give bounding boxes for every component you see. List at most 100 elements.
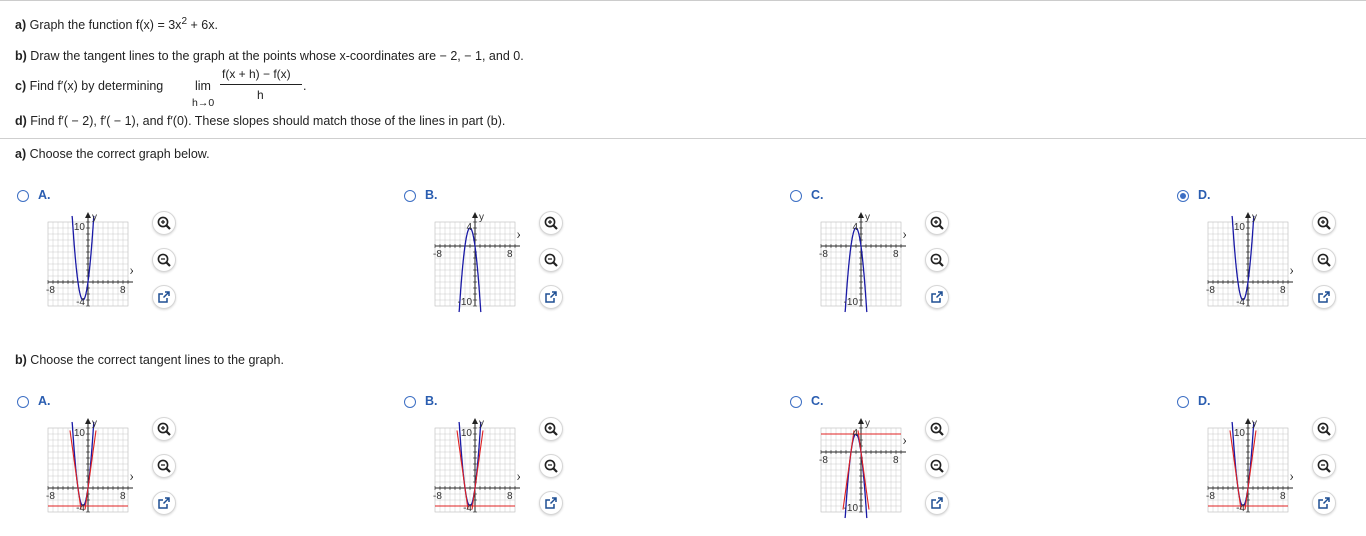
option-label[interactable]: D.: [1198, 188, 1211, 202]
open-new-window-button[interactable]: [1312, 285, 1336, 309]
graph-thumbnail: 4 -10 -8 8 x y: [405, 210, 529, 321]
x-max-tick-label: 8: [893, 455, 899, 466]
zoom-out-button[interactable]: [1312, 248, 1336, 272]
zoom-in-button[interactable]: [539, 211, 563, 235]
open-new-window-button[interactable]: [925, 285, 949, 309]
zoom-in-button[interactable]: [925, 211, 949, 235]
zoom-out-icon: [544, 253, 558, 267]
function-graph: 10 -4 -8 8x y: [46, 418, 142, 514]
zoom-out-button[interactable]: [539, 454, 563, 478]
zoom-in-button[interactable]: [925, 417, 949, 441]
option-label[interactable]: A.: [38, 394, 51, 408]
function-graph: 10 -4 -8 8x y: [46, 212, 142, 308]
problem-part-b: b) Draw the tangent lines to the graph a…: [15, 49, 524, 63]
y-max-tick-label: 10: [74, 428, 86, 439]
problem-part-d: d) Find f′( − 2), f′( − 1), and f′(0). T…: [15, 114, 505, 128]
x-axis-name: x: [903, 230, 906, 241]
zoom-out-button[interactable]: [152, 454, 176, 478]
option-radio-button[interactable]: [790, 396, 802, 408]
y-max-tick-label: 10: [1234, 222, 1246, 233]
option-label[interactable]: C.: [811, 394, 824, 408]
function-graph: 4 -10 -8 8x y: [819, 212, 915, 313]
x-max-tick-label: 8: [507, 249, 513, 260]
function-graph: 10 -4 -8 8x y: [1206, 418, 1302, 514]
zoom-in-button[interactable]: [539, 417, 563, 441]
y-axis-arrow: [858, 212, 864, 218]
part-a-prompt: a) Choose the correct graph below.: [15, 147, 210, 161]
fraction-denominator: h: [257, 88, 264, 102]
part-a-tail: + 6x.: [187, 18, 218, 33]
open-new-window-icon: [158, 497, 170, 509]
zoom-in-button[interactable]: [152, 211, 176, 235]
option-radio-button[interactable]: [404, 190, 416, 202]
graph-thumbnail: 10 -4 -8 8 x y: [18, 210, 142, 321]
option-label[interactable]: B.: [425, 394, 438, 408]
y-min-tick-label: -10: [844, 503, 859, 514]
y-min-tick-label: -4: [463, 503, 472, 514]
section-divider: [0, 138, 1366, 139]
zoom-out-icon: [930, 253, 944, 267]
part-b-prompt: b) Choose the correct tangent lines to t…: [15, 353, 284, 367]
open-new-window-button[interactable]: [1312, 491, 1336, 515]
x-axis-name: x: [1290, 266, 1293, 277]
part-d-label: d): [15, 114, 27, 128]
part-b-text: Draw the tangent lines to the graph at t…: [30, 49, 524, 63]
option-radio-button[interactable]: [17, 396, 29, 408]
option-label[interactable]: C.: [811, 188, 824, 202]
option-radio-button[interactable]: [17, 190, 29, 202]
zoom-in-button[interactable]: [1312, 211, 1336, 235]
option-radio-button[interactable]: [1177, 396, 1189, 408]
option-label[interactable]: B.: [425, 188, 438, 202]
zoom-out-button[interactable]: [539, 248, 563, 272]
problem-part-c: c) Find f′(x) by determining: [15, 79, 163, 93]
zoom-in-button[interactable]: [152, 417, 176, 441]
y-max-tick-label: 10: [461, 428, 473, 439]
y-axis-arrow: [1245, 418, 1251, 424]
prompt-b-text: Choose the correct tangent lines to the …: [30, 353, 284, 367]
y-axis-name: y: [865, 212, 870, 223]
option-label[interactable]: A.: [38, 188, 51, 202]
option-radio-button[interactable]: [404, 396, 416, 408]
open-new-window-button[interactable]: [152, 285, 176, 309]
y-min-tick-label: -4: [1236, 503, 1245, 514]
open-new-window-button[interactable]: [152, 491, 176, 515]
limit-subscript: h→0: [192, 97, 215, 109]
y-min-tick-label: -4: [76, 503, 85, 514]
y-axis-name: y: [479, 212, 484, 223]
zoom-in-button[interactable]: [1312, 417, 1336, 441]
zoom-out-button[interactable]: [1312, 454, 1336, 478]
open-new-window-button[interactable]: [925, 491, 949, 515]
zoom-out-button[interactable]: [925, 248, 949, 272]
graph-thumbnail: 4 -10 -8 8 x y: [791, 416, 915, 527]
x-max-tick-label: 8: [120, 491, 126, 502]
open-new-window-icon: [545, 291, 557, 303]
part-c-text: Find f′(x) by determining: [29, 79, 164, 93]
fraction-bar: [220, 84, 302, 85]
y-axis-arrow: [85, 212, 91, 218]
fraction-period: .: [303, 79, 307, 93]
y-max-tick-label: 4: [852, 222, 858, 233]
part-b-label: b): [15, 49, 27, 63]
open-new-window-icon: [931, 497, 943, 509]
x-min-tick-label: -8: [433, 249, 442, 260]
y-axis-arrow: [1245, 212, 1251, 218]
x-min-tick-label: -8: [46, 491, 55, 502]
zoom-in-icon: [544, 216, 558, 230]
open-new-window-button[interactable]: [539, 491, 563, 515]
zoom-out-icon: [544, 459, 558, 473]
open-new-window-button[interactable]: [539, 285, 563, 309]
x-max-tick-label: 8: [120, 285, 126, 296]
option-radio-button[interactable]: [790, 190, 802, 202]
x-max-tick-label: 8: [1280, 285, 1286, 296]
zoom-out-icon: [930, 459, 944, 473]
y-axis-arrow: [472, 418, 478, 424]
zoom-in-icon: [544, 422, 558, 436]
option-label[interactable]: D.: [1198, 394, 1211, 408]
y-max-tick-label: 4: [852, 428, 858, 439]
zoom-out-button[interactable]: [152, 248, 176, 272]
x-axis-name: x: [1290, 472, 1293, 483]
zoom-out-button[interactable]: [925, 454, 949, 478]
x-min-tick-label: -8: [46, 285, 55, 296]
part-d-text: Find f′( − 2), f′( − 1), and f′(0). Thes…: [30, 114, 506, 128]
option-radio-button[interactable]: [1177, 190, 1189, 202]
